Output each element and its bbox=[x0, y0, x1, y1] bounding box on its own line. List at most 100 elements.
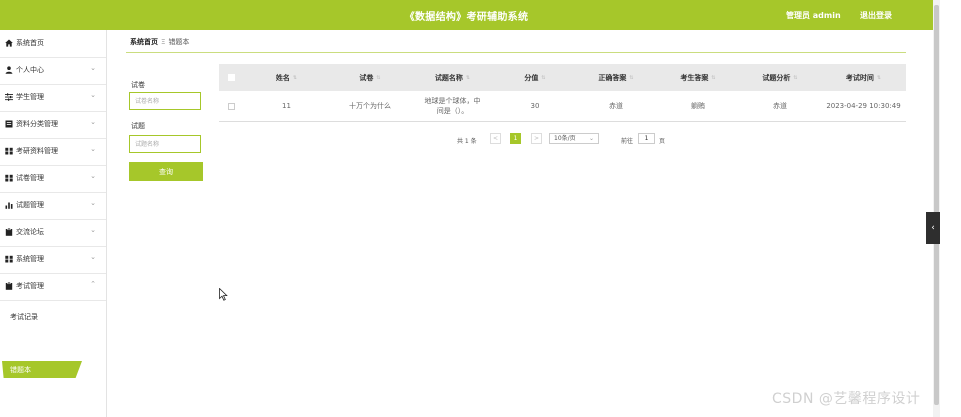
chevron-down-icon: ⌄ bbox=[90, 199, 96, 207]
column-header[interactable]: 姓名 ⇅ bbox=[243, 64, 330, 91]
column-header[interactable]: 试题分析 ⇅ bbox=[739, 64, 821, 91]
cell-analysis: 赤道 bbox=[773, 102, 787, 110]
grid-icon bbox=[5, 174, 13, 182]
sidebar-item-papers[interactable]: 试卷管理 ⌄ bbox=[0, 165, 106, 193]
admin-label: 管理员 admin bbox=[786, 11, 841, 20]
home-icon bbox=[5, 39, 13, 47]
top-header: 《数据结构》考研辅助系统 管理员 admin 退出登录 bbox=[0, 0, 933, 30]
scrollbar[interactable] bbox=[933, 0, 940, 417]
bar-chart-icon bbox=[5, 202, 13, 209]
sidebar-item-forum[interactable]: 交流论坛 ⌄ bbox=[0, 219, 106, 247]
sort-icon: ⇅ bbox=[711, 74, 716, 81]
cell-exam-time: 2023-04-29 10:30:49 bbox=[826, 102, 901, 110]
clipboard-icon bbox=[5, 282, 13, 290]
grid-icon bbox=[5, 255, 13, 263]
person-icon bbox=[5, 66, 13, 74]
sort-icon: ⇅ bbox=[465, 74, 471, 81]
row-checkbox-cell[interactable] bbox=[219, 91, 243, 121]
sort-icon: ⇅ bbox=[376, 74, 381, 81]
row-checkbox[interactable] bbox=[227, 102, 235, 110]
table-header: 姓名 ⇅ 试卷 ⇅ 试题名称 ⇅ 分值 ⇅ 正确答案 ⇅ 考生答案 ⇅ 试题分析 ⇅ 考试时间… bbox=[219, 64, 906, 91]
sidebar-item-exams[interactable]: 考试管理 ⌃ bbox=[0, 273, 106, 301]
sidebar-item-label: 个人中心 bbox=[16, 66, 44, 74]
divider bbox=[126, 52, 906, 53]
sort-icon: ⇅ bbox=[292, 74, 298, 81]
breadcrumb-home[interactable]: 系统首页 bbox=[130, 38, 158, 46]
sidebar-item-label: 试卷管理 bbox=[16, 174, 44, 182]
sidebar-item-label: 交流论坛 bbox=[16, 228, 44, 236]
goto-label: 前往 bbox=[621, 138, 634, 145]
scrollbar-thumb[interactable] bbox=[934, 5, 939, 405]
cell-paper: 十万个为什么 bbox=[349, 102, 391, 110]
sidebar-item-label: 系统管理 bbox=[16, 255, 44, 263]
cell-question: 地球是个球体，中间是（）。 bbox=[424, 97, 481, 115]
cell-score: 30 bbox=[530, 102, 540, 110]
sidebar-item-system[interactable]: 系统管理 ⌄ bbox=[0, 246, 106, 274]
sidebar-item-students[interactable]: 学生管理 ⌄ bbox=[0, 84, 106, 112]
column-header[interactable]: 试卷 ⇅ bbox=[330, 64, 410, 91]
column-header[interactable]: 试题名称 ⇅ bbox=[410, 64, 495, 91]
collapse-tab[interactable]: ‹ bbox=[926, 212, 940, 244]
sidebar-item-home[interactable]: 系统首页 bbox=[0, 30, 106, 58]
sidebar-subitem-exam-records[interactable]: 考试记录 bbox=[0, 306, 106, 326]
page-number-button[interactable]: 1 bbox=[510, 133, 521, 144]
sidebar-item-label: 试题管理 bbox=[16, 201, 44, 209]
sidebar-subitem-label: 考试记录 bbox=[10, 313, 38, 321]
column-header[interactable]: 考生答案 ⇅ bbox=[657, 64, 739, 91]
sort-icon: ⇅ bbox=[793, 74, 798, 81]
page-size-value: 10条/页 bbox=[554, 135, 576, 142]
page-size-select[interactable]: 10条/页 ⌄ bbox=[549, 133, 599, 144]
query-button[interactable]: 查询 bbox=[129, 162, 203, 181]
breadcrumb: 系统首页 Ξ 错题本 bbox=[130, 37, 189, 47]
sidebar-item-label: 学生管理 bbox=[16, 93, 44, 101]
column-header[interactable]: 正确答案 ⇅ bbox=[575, 64, 657, 91]
chevron-down-icon: ⌄ bbox=[588, 135, 594, 142]
paper-search-input[interactable] bbox=[129, 92, 201, 110]
chevron-down-icon: ⌄ bbox=[90, 64, 96, 72]
sidebar-item-materials[interactable]: 考研资料管理 ⌄ bbox=[0, 138, 106, 166]
page-unit-label: 页 bbox=[659, 138, 666, 145]
goto-page-input[interactable] bbox=[638, 133, 655, 144]
cell-correct-answer: 赤道 bbox=[609, 102, 623, 110]
column-header[interactable]: 考试时间 ⇅ bbox=[821, 64, 906, 91]
sort-icon: ⇅ bbox=[876, 74, 882, 81]
right-rail bbox=[940, 0, 961, 417]
chevron-down-icon: ⌄ bbox=[90, 91, 96, 99]
next-page-button[interactable]: > bbox=[531, 133, 542, 144]
chevron-down-icon: ⌄ bbox=[90, 226, 96, 234]
cell-student-answer: 躺贿 bbox=[691, 102, 705, 110]
chevron-down-icon: ⌄ bbox=[90, 118, 96, 126]
breadcrumb-separator: Ξ bbox=[161, 38, 166, 46]
sidebar-item-questions[interactable]: 试题管理 ⌄ bbox=[0, 192, 106, 220]
chevron-up-icon: ⌃ bbox=[90, 280, 96, 288]
breadcrumb-current: 错题本 bbox=[168, 38, 190, 46]
table-row[interactable]: 11 十万个为什么 地球是个球体，中间是（）。 30 赤道 躺贿 赤道 2023… bbox=[219, 91, 906, 122]
sidebar-item-profile[interactable]: 个人中心 ⌄ bbox=[0, 57, 106, 85]
grid-icon bbox=[5, 147, 13, 155]
sidebar-item-label: 系统首页 bbox=[16, 39, 44, 47]
mouse-cursor-icon bbox=[219, 288, 228, 301]
sort-icon: ⇅ bbox=[541, 74, 546, 81]
chevron-left-icon: ‹ bbox=[931, 223, 935, 233]
clipboard-icon bbox=[5, 228, 13, 236]
sidebar-item-label: 考研资料管理 bbox=[16, 147, 58, 155]
sliders-icon bbox=[5, 93, 13, 101]
sidebar-subitem-label: 错题本 bbox=[10, 366, 31, 374]
logout-link[interactable]: 退出登录 bbox=[860, 10, 892, 21]
watermark: CSDN @艺馨程序设计 bbox=[772, 391, 921, 407]
sidebar-subitem-wrong-book[interactable]: 错题本 bbox=[2, 361, 82, 378]
sidebar-item-material-category[interactable]: 资料分类管理 ⌄ bbox=[0, 111, 106, 139]
question-label: 试题 bbox=[131, 122, 145, 130]
pagination-total: 共 1 条 bbox=[457, 138, 477, 145]
select-all-checkbox[interactable] bbox=[227, 74, 235, 81]
sort-icon: ⇅ bbox=[629, 74, 634, 81]
prev-page-button[interactable]: < bbox=[490, 133, 501, 144]
question-search-input[interactable] bbox=[129, 135, 201, 153]
header-checkbox-cell[interactable] bbox=[219, 64, 243, 91]
sidebar: 系统首页 个人中心 ⌄ 学生管理 ⌄ 资料分类管理 ⌄ 考研资料管理 ⌄ 试卷管… bbox=[0, 30, 107, 417]
cell-name: 11 bbox=[282, 102, 291, 110]
column-header[interactable]: 分值 ⇅ bbox=[495, 64, 575, 91]
sidebar-item-label: 考试管理 bbox=[16, 282, 44, 290]
sidebar-item-label: 资料分类管理 bbox=[16, 120, 58, 128]
chevron-down-icon: ⌄ bbox=[90, 145, 96, 153]
